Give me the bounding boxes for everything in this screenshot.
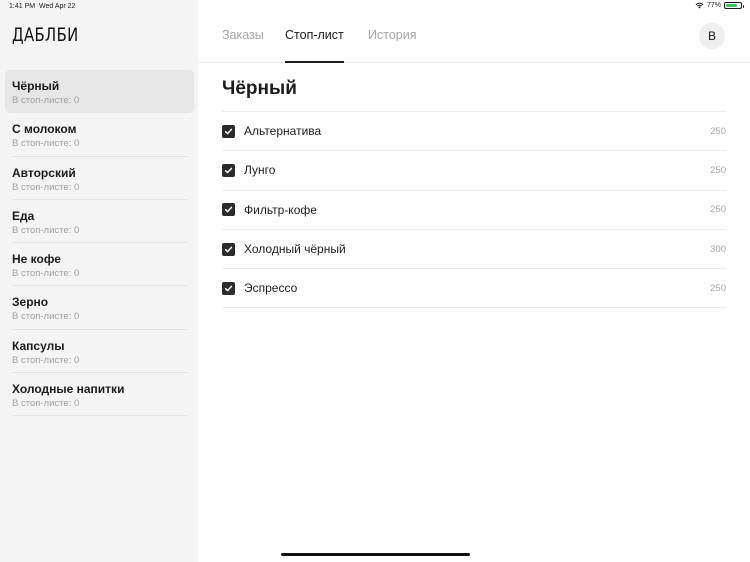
category-item-capsules[interactable]: Капсулы В стоп-листе: 0: [5, 330, 194, 374]
category-stop-count: В стоп-листе: 0: [12, 311, 80, 323]
category-item-not-coffee[interactable]: Не кофе В стоп-листе: 0: [5, 243, 194, 287]
status-indicators: 77%: [695, 2, 744, 9]
category-stop-count: В стоп-листе: 0: [12, 95, 80, 106]
tab-history[interactable]: История: [368, 28, 416, 42]
product-name: Лунго: [244, 163, 276, 178]
category-item-beans[interactable]: Зерно В стоп-листе: 0: [5, 286, 194, 331]
product-volume: 300: [710, 243, 726, 255]
category-name: Чёрный: [12, 79, 60, 93]
category-item-food[interactable]: Еда В стоп-листе: 0: [5, 200, 194, 244]
product-row[interactable]: Альтернатива 250: [222, 112, 726, 152]
checkbox[interactable]: [222, 203, 235, 217]
user-avatar[interactable]: В: [699, 23, 725, 49]
product-volume: 250: [710, 125, 726, 137]
product-row[interactable]: Лунго 250: [222, 151, 726, 191]
category-stop-count: В стоп-листе: 0: [12, 268, 80, 280]
category-name: Еда: [12, 208, 35, 223]
category-name: С молоком: [12, 122, 77, 137]
stop-list-content: Чёрный Альтернатива 250 Лунго 250 Фильтр-коф…: [222, 63, 726, 309]
category-item-cold-drinks[interactable]: Холодные напитки В стоп-листе: 0: [5, 373, 194, 417]
category-stop-count: В стоп-листе: 0: [12, 181, 80, 193]
wifi-icon: [695, 2, 704, 9]
category-stop-count: В стоп-листе: 0: [12, 224, 80, 236]
product-volume: 250: [710, 282, 726, 294]
tab-stop-list[interactable]: Стоп-лист: [285, 28, 344, 42]
status-bar: 1:41 PM Wed Apr 22 77%: [0, 0, 750, 14]
product-name: Альтернатива: [244, 124, 322, 139]
product-volume: 250: [710, 204, 726, 216]
checkbox[interactable]: [222, 163, 235, 177]
tab-orders[interactable]: Заказы: [222, 28, 264, 42]
category-list: Чёрный В стоп-листе: 0 С молоком В стоп-…: [5, 70, 194, 417]
status-time: 1:41 PM: [9, 3, 36, 10]
product-name: Эспрессо: [244, 281, 298, 296]
home-indicator: [281, 553, 470, 556]
product-name: Фильтр-кофе: [244, 202, 317, 217]
checkmark-icon: [224, 285, 233, 292]
checkbox[interactable]: [222, 242, 235, 256]
product-row[interactable]: Фильтр-кофе 250: [222, 191, 726, 230]
category-name: Авторский: [12, 165, 76, 180]
category-name: Капсулы: [12, 338, 65, 353]
category-item-black[interactable]: Чёрный В стоп-листе: 0: [5, 70, 194, 114]
checkmark-icon: [224, 246, 233, 252]
category-name: Не кофе: [12, 252, 61, 267]
product-row[interactable]: Эспрессо 250: [222, 269, 726, 309]
category-name: Зерно: [12, 295, 49, 310]
category-stop-count: В стоп-листе: 0: [12, 138, 80, 150]
checkmark-icon: [224, 206, 233, 213]
category-title: Чёрный: [222, 63, 726, 112]
checkmark-icon: [224, 128, 233, 135]
product-name: Холодный чёрный: [244, 242, 346, 257]
battery-icon: [724, 2, 744, 9]
product-volume: 250: [710, 164, 726, 176]
battery-fill: [726, 4, 737, 7]
product-row[interactable]: Холодный чёрный 300: [222, 230, 726, 270]
brand-logo: ДАБЛБИ: [12, 24, 79, 46]
status-date: Wed Apr 22: [39, 3, 76, 10]
product-list: Альтернатива 250 Лунго 250 Фильтр-кофе 250 Хол…: [222, 112, 726, 309]
checkbox[interactable]: [222, 124, 235, 138]
category-name: Холодные напитки: [12, 382, 125, 397]
category-stop-count: В стоп-листе: 0: [12, 398, 80, 410]
sidebar: ДАБЛБИ Чёрный В стоп-листе: 0 С молоком …: [0, 0, 198, 562]
checkbox[interactable]: [222, 281, 235, 295]
battery-percent: 77%: [706, 2, 721, 9]
category-item-signature[interactable]: Авторский В стоп-листе: 0: [5, 157, 194, 201]
category-stop-count: В стоп-листе: 0: [12, 354, 80, 366]
checkmark-icon: [224, 167, 233, 174]
category-item-with-milk[interactable]: С молоком В стоп-листе: 0: [5, 113, 194, 157]
